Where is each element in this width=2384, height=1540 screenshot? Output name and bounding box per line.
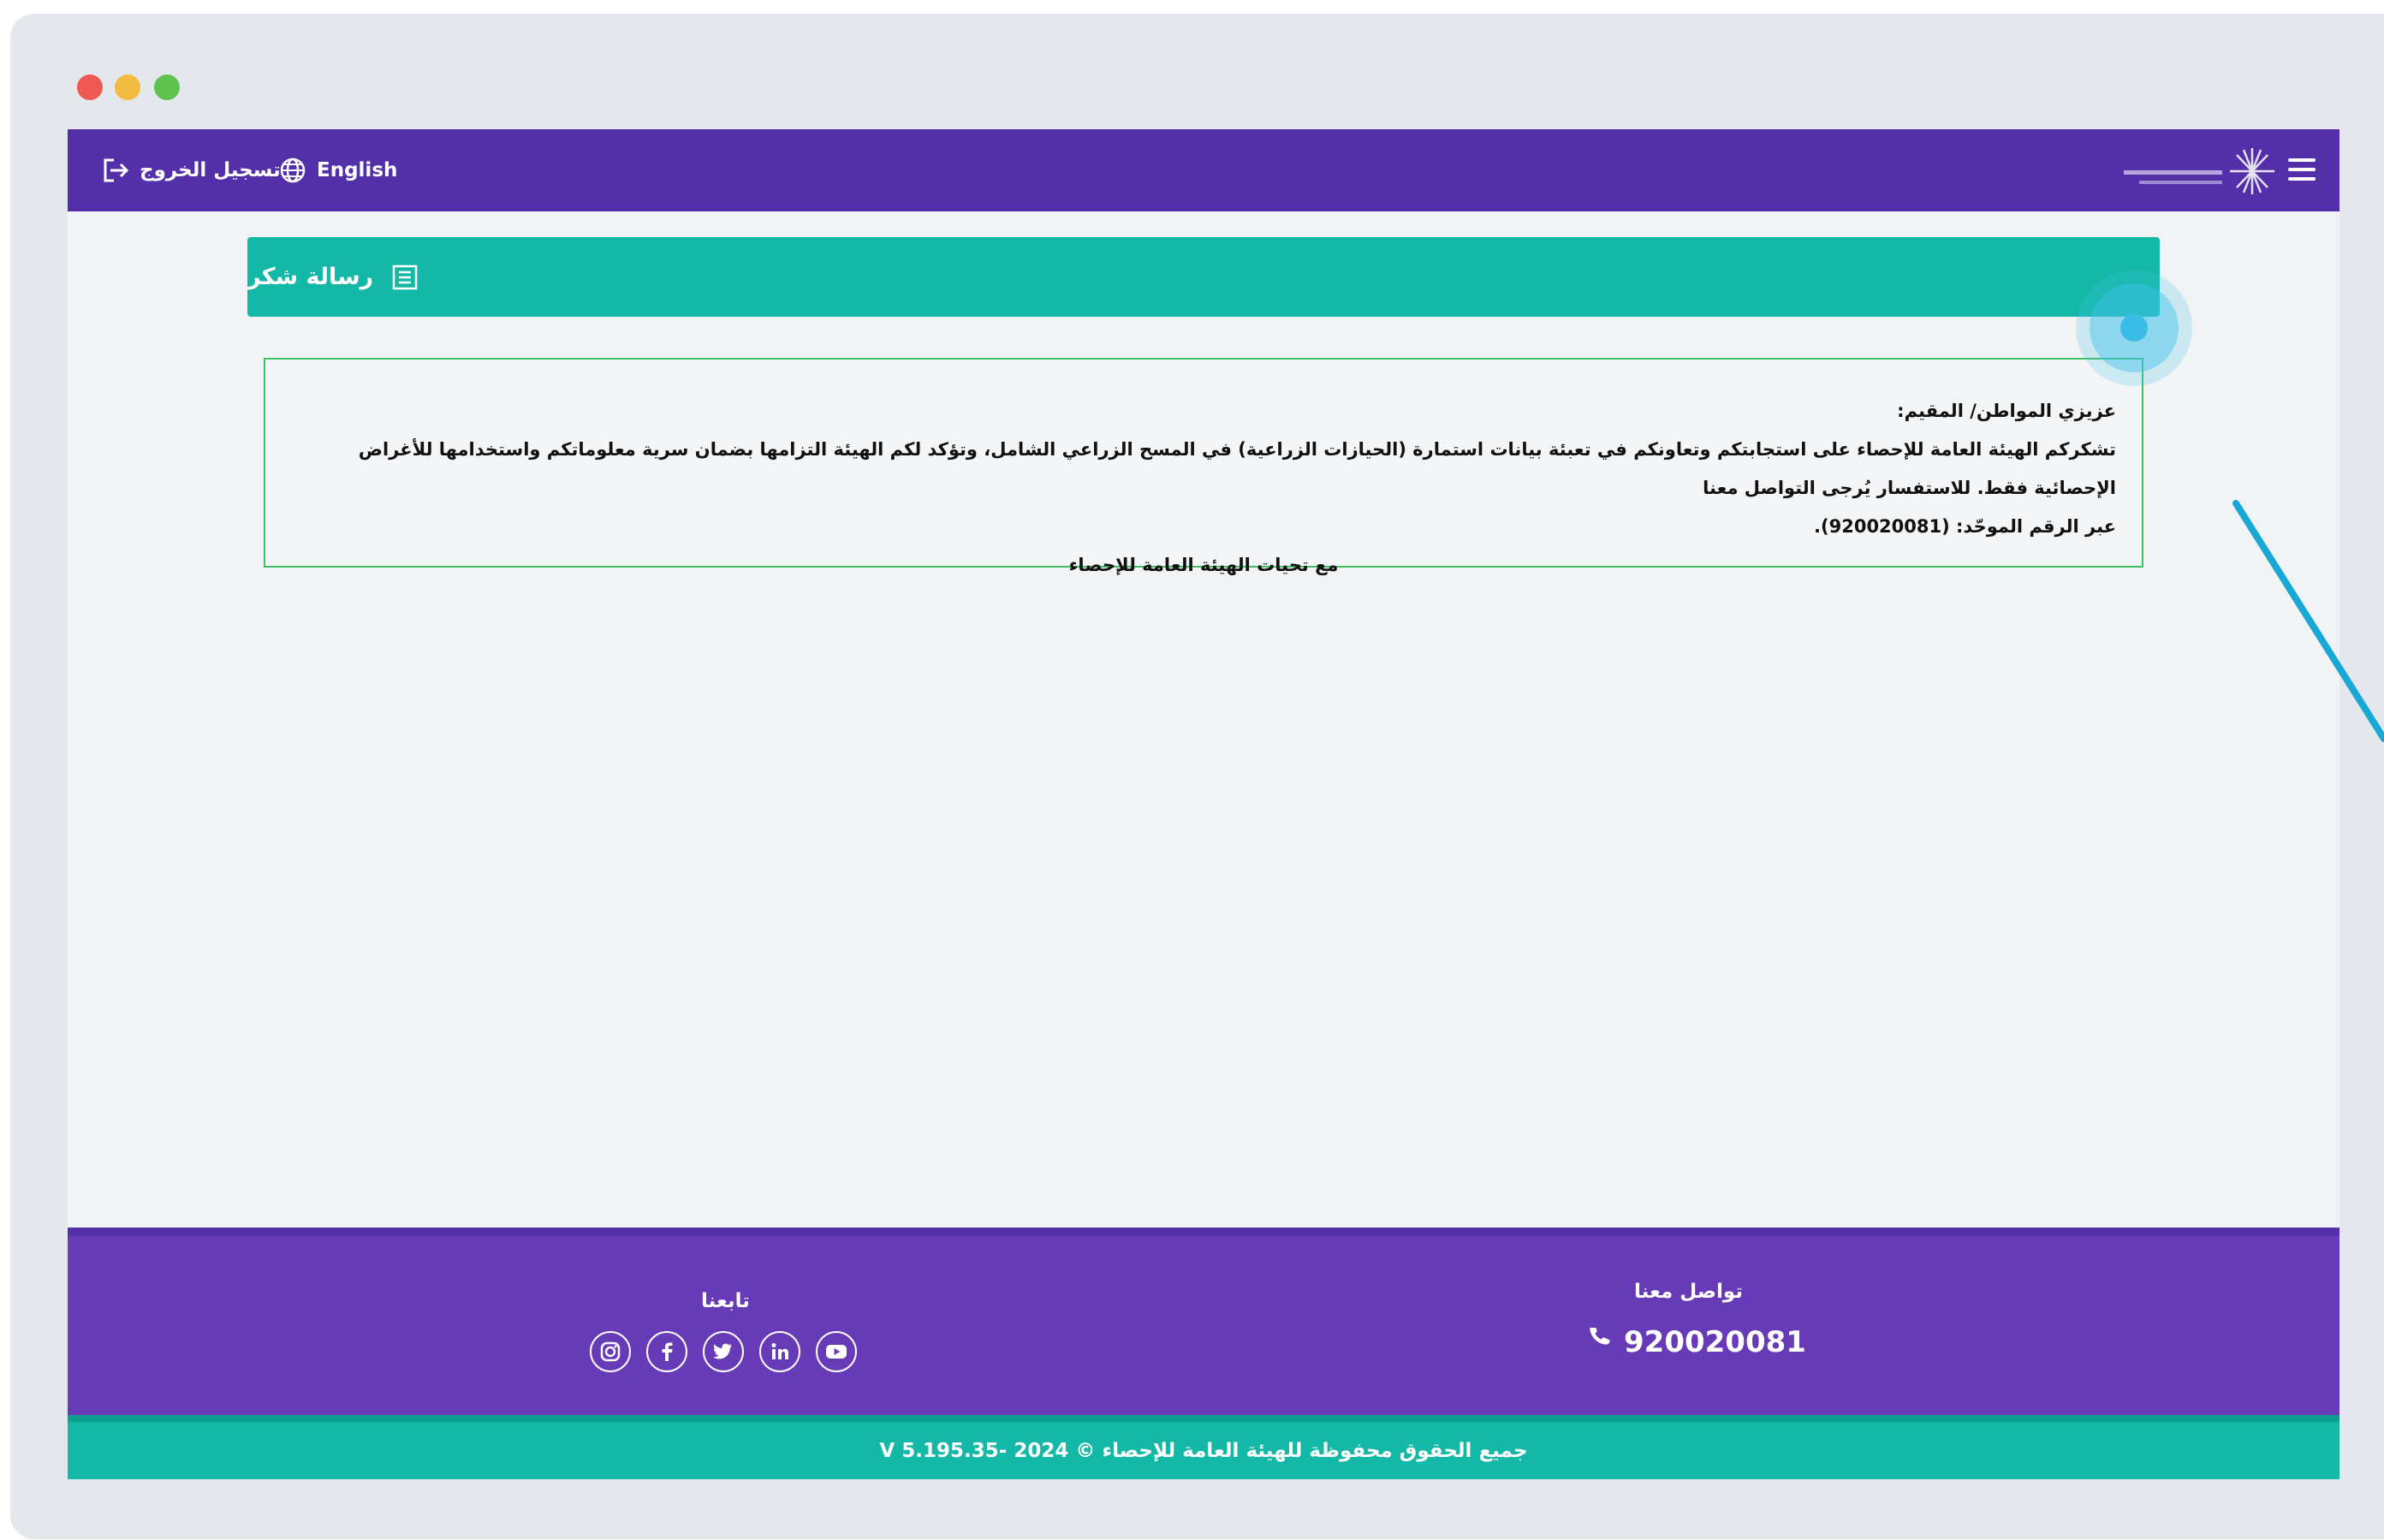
youtube-icon[interactable] xyxy=(816,1331,857,1372)
twitter-icon[interactable] xyxy=(703,1331,744,1372)
menu-icon[interactable] xyxy=(2288,158,2316,182)
social-links xyxy=(590,1331,857,1372)
copyright-text: جميع الحقوق محفوظة للهيئة العامة للإحصاء… xyxy=(879,1439,1528,1462)
click-indicator xyxy=(2120,314,2148,342)
window-close-button[interactable] xyxy=(77,74,103,100)
phone-number: 920020081 xyxy=(1624,1325,1806,1359)
logout-icon xyxy=(104,158,129,182)
logout-button[interactable]: تسجيل الخروج xyxy=(102,129,281,211)
facebook-icon[interactable] xyxy=(646,1331,687,1372)
instagram-icon[interactable] xyxy=(590,1331,631,1372)
page-title-bar: رسالة شكر xyxy=(247,237,2160,317)
message-body-line2: عبر الرقم الموحّد: (920020081). xyxy=(1814,516,2116,537)
thank-you-message: عزيزي المواطن/ المقيم: تشكركم الهيئة الع… xyxy=(264,358,2143,575)
page-title: رسالة شكر xyxy=(247,264,374,290)
contact-us-title: تواصل معنا xyxy=(1634,1281,1743,1303)
window-maximize-button[interactable] xyxy=(154,74,180,100)
follow-us-title: تابعنا xyxy=(701,1290,750,1312)
message-greeting: عزيزي المواطن/ المقيم: xyxy=(1897,401,2116,421)
phone-icon xyxy=(1590,1328,1610,1345)
gastat-logo xyxy=(2124,148,2274,194)
linkedin-icon[interactable] xyxy=(759,1331,800,1372)
message-signature: مع تحيات الهيئة العامة للإحصاء xyxy=(1068,555,1339,575)
language-label: English xyxy=(317,159,398,181)
phone-contact[interactable]: 920020081 xyxy=(1588,1325,1806,1359)
copyright-bar: جميع الحقوق محفوظة للهيئة العامة للإحصاء… xyxy=(68,1415,2339,1479)
language-toggle[interactable]: English xyxy=(279,129,397,211)
message-body-line1: تشكركم الهيئة العامة للإحصاء على استجابت… xyxy=(358,439,2116,498)
app-content: تسجيل الخروج English رسالة شكر عزيزي الم… xyxy=(68,129,2339,1479)
window-minimize-button[interactable] xyxy=(115,74,140,100)
page-footer: تابعنا تواصل معنا 920020081 جميع الحقوق … xyxy=(68,1228,2339,1479)
globe-icon xyxy=(280,158,306,183)
list-icon xyxy=(392,265,418,289)
top-navbar: تسجيل الخروج English xyxy=(68,129,2339,211)
logout-label: تسجيل الخروج xyxy=(140,159,281,181)
